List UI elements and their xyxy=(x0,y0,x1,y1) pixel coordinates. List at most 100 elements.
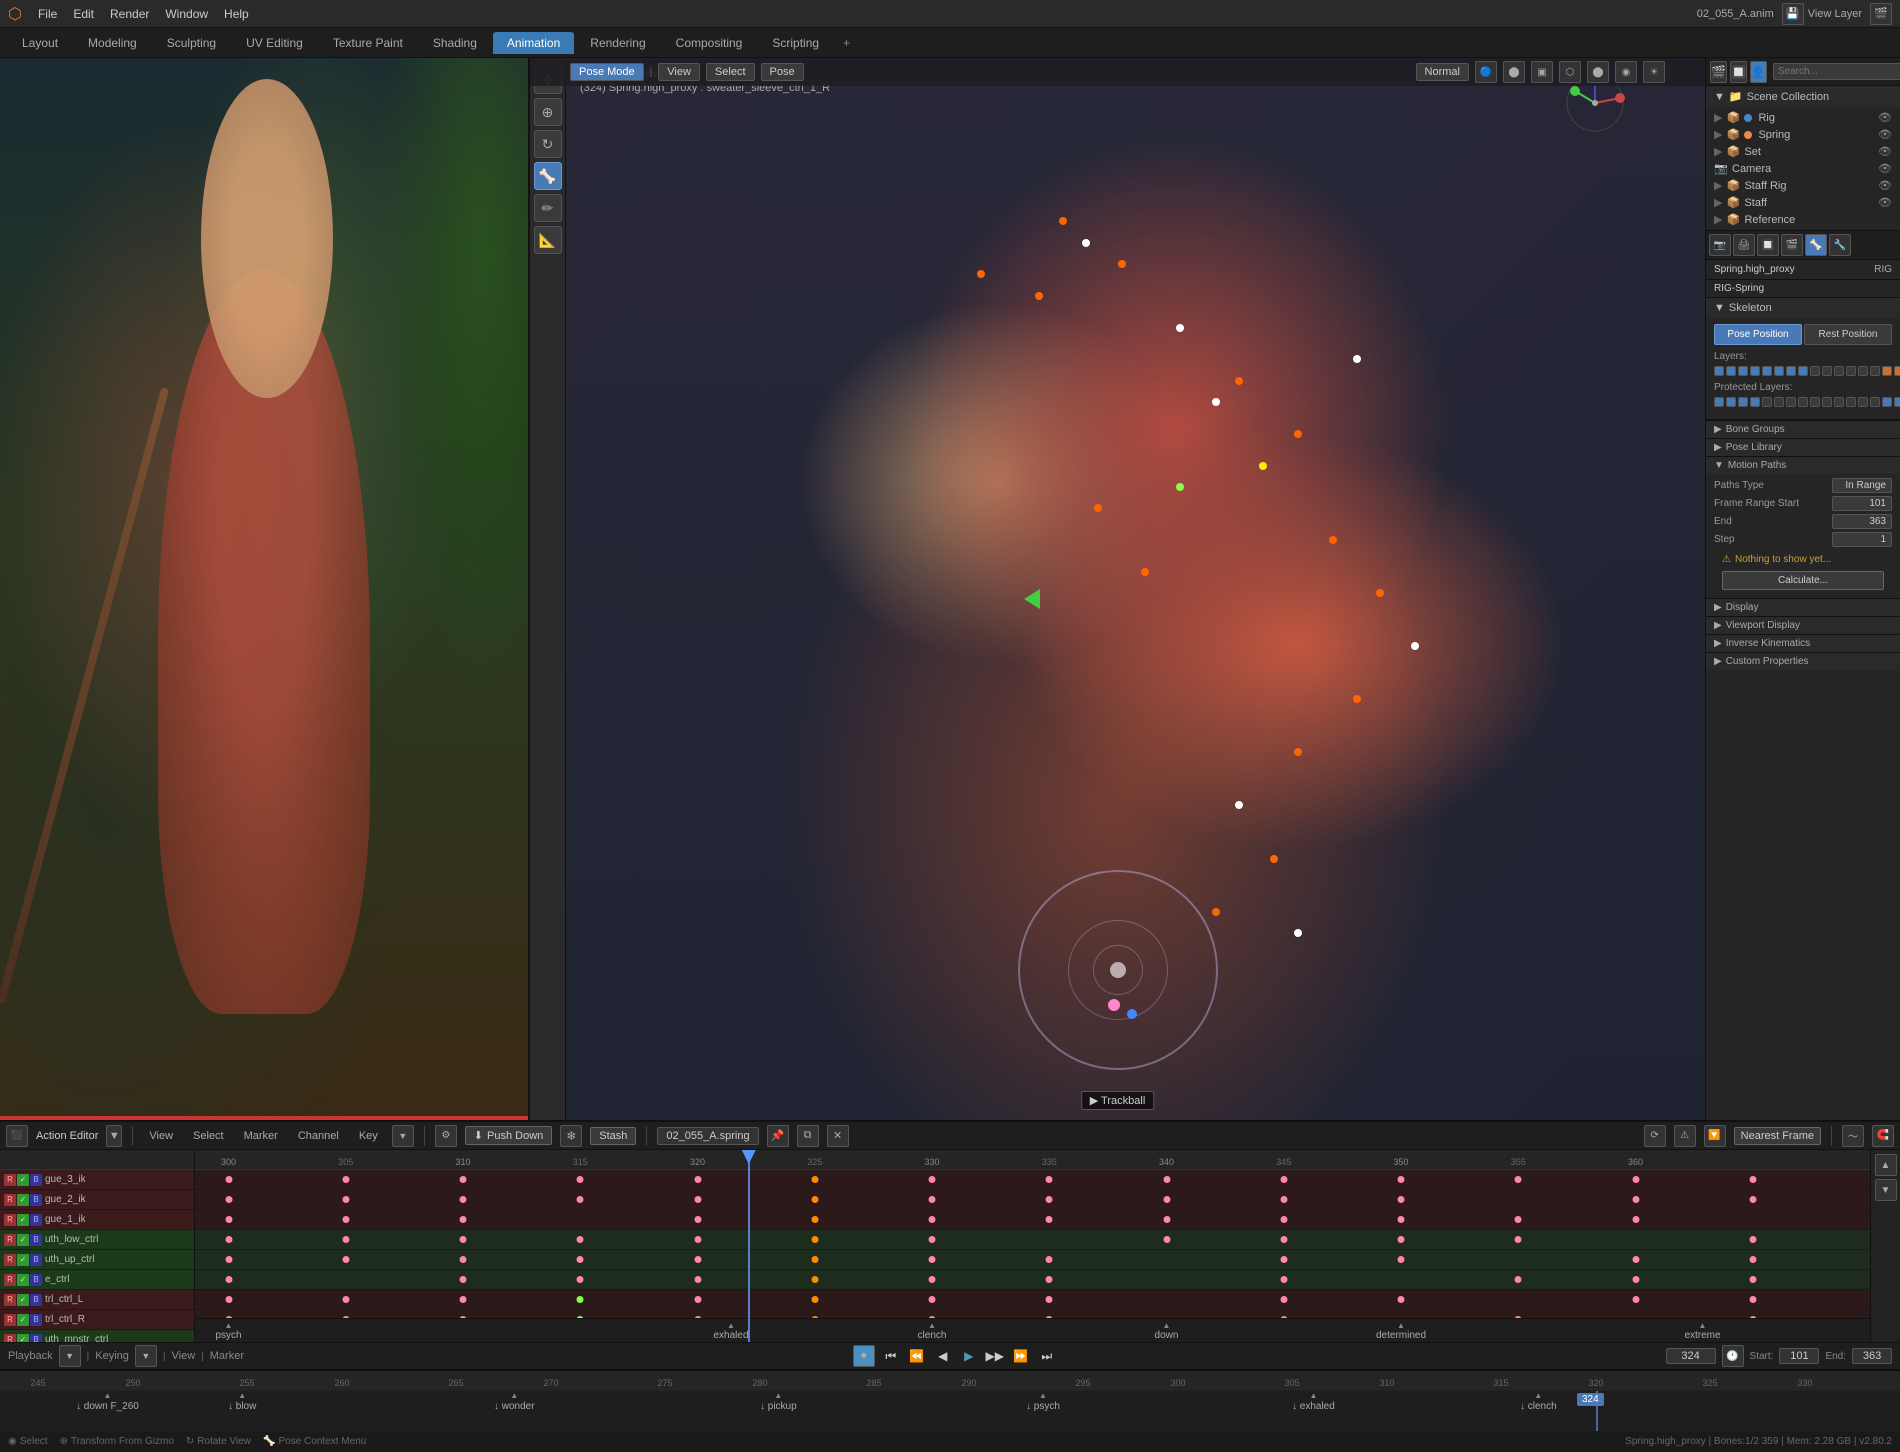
snowflake-icon[interactable]: ❄ xyxy=(560,1125,582,1147)
track-trlctrl-L[interactable]: R ✓ B trl_ctrl_L xyxy=(0,1290,194,1310)
prev-frame-btn[interactable]: ◀ xyxy=(933,1346,953,1366)
action-select-menu[interactable]: Select xyxy=(187,1128,230,1144)
action-channel-menu[interactable]: Channel xyxy=(292,1128,345,1144)
next-frame-btn[interactable]: ▶▶ xyxy=(985,1346,1005,1366)
key-filter-icon[interactable]: ▼ xyxy=(392,1125,414,1147)
next-keyframe-btn[interactable]: ⏩ xyxy=(1011,1346,1031,1366)
select-menu-btn[interactable]: Select xyxy=(706,63,755,81)
normal-mode-btn[interactable]: Normal xyxy=(1416,63,1469,81)
3d-viewport-canvas[interactable]: ✛ ⊕ ↻ 🦴 ✏ 📐 User Perspective (Local) (32… xyxy=(530,58,1705,1120)
layer-10[interactable] xyxy=(1834,366,1844,376)
action-filename[interactable]: 02_055_A.spring xyxy=(657,1127,758,1145)
tree-set[interactable]: ▶ 📦 Set 👁 xyxy=(1706,143,1900,160)
layer-5[interactable] xyxy=(1774,366,1784,376)
layer-14[interactable] xyxy=(1882,366,1892,376)
action-marker-menu[interactable]: Marker xyxy=(238,1128,284,1144)
layer-2[interactable] xyxy=(1738,366,1748,376)
kf-row-4[interactable] xyxy=(195,1230,1870,1250)
pose-tool[interactable]: 🦴 xyxy=(534,162,562,190)
player-5[interactable] xyxy=(1774,397,1784,407)
object-icon[interactable]: 👤 xyxy=(1750,61,1767,83)
kf-row-6[interactable] xyxy=(195,1270,1870,1290)
bottom-timeline[interactable]: 245 250 255 260 265 270 275 280 285 290 … xyxy=(0,1370,1900,1430)
layer-4[interactable] xyxy=(1762,366,1772,376)
render-icon[interactable]: 🔵 xyxy=(1475,61,1497,83)
tab-animation[interactable]: Animation xyxy=(493,32,574,54)
tab-modeling[interactable]: Modeling xyxy=(74,32,151,54)
keying-dropdown[interactable]: ▼ xyxy=(135,1345,157,1367)
snap-icon[interactable]: 🧲 xyxy=(1872,1125,1894,1147)
player-9[interactable] xyxy=(1822,397,1832,407)
wireframe-icon[interactable]: ⬡ xyxy=(1559,61,1581,83)
player-6[interactable] xyxy=(1786,397,1796,407)
kf-row-1[interactable] xyxy=(195,1170,1870,1190)
tab-rendering[interactable]: Rendering xyxy=(576,32,659,54)
prev-keyframe-btn[interactable]: ⏪ xyxy=(907,1346,927,1366)
player-11[interactable] xyxy=(1846,397,1856,407)
keyframe-tracks[interactable]: 300 305 310 315 320 325 330 335 340 345 … xyxy=(195,1150,1870,1342)
tree-camera[interactable]: 📷 Camera 👁 xyxy=(1706,160,1900,177)
layer-8[interactable] xyxy=(1810,366,1820,376)
sync-icon[interactable]: ⟳ xyxy=(1644,1125,1666,1147)
rig-eye[interactable]: 👁 xyxy=(1878,111,1892,124)
player-2[interactable] xyxy=(1738,397,1748,407)
current-frame-input[interactable] xyxy=(1666,1348,1716,1364)
record-btn[interactable]: ⏺ xyxy=(853,1345,875,1367)
menu-window[interactable]: Window xyxy=(157,4,216,24)
pose-library-section[interactable]: ▶ Pose Library xyxy=(1706,438,1900,456)
end-frame-input[interactable] xyxy=(1852,1348,1892,1364)
player-0[interactable] xyxy=(1714,397,1724,407)
material-icon[interactable]: ◉ xyxy=(1615,61,1637,83)
track-ectrl[interactable]: R ✓ B e_ctrl xyxy=(0,1270,194,1290)
layer-13[interactable] xyxy=(1870,366,1880,376)
tab-uv-editing[interactable]: UV Editing xyxy=(232,32,317,54)
scene-icon[interactable]: 🎬 xyxy=(1710,61,1727,83)
menu-help[interactable]: Help xyxy=(216,4,257,24)
play-btn[interactable]: ▶ xyxy=(959,1346,979,1366)
track-uthupctrl[interactable]: R ✓ B uth_up_ctrl xyxy=(0,1250,194,1270)
player-3[interactable] xyxy=(1750,397,1760,407)
player-13[interactable] xyxy=(1870,397,1880,407)
custom-props-section[interactable]: ▶ Custom Properties xyxy=(1706,652,1900,670)
layer-9[interactable] xyxy=(1822,366,1832,376)
center-viewport[interactable]: Pose Mode | View Select Pose Normal 🔵 ⬤ … xyxy=(530,58,1705,1120)
expand-rig[interactable]: ▶ xyxy=(1714,111,1722,124)
layer-0[interactable] xyxy=(1714,366,1724,376)
player-15[interactable] xyxy=(1894,397,1900,407)
rendered-icon[interactable]: ☀ xyxy=(1643,61,1665,83)
track-uthmnstctrl[interactable]: R ✓ B uth_mnstr_ctrl xyxy=(0,1330,194,1342)
tab-compositing[interactable]: Compositing xyxy=(662,32,757,54)
object-props-icon[interactable]: 🦴 xyxy=(1805,234,1827,256)
add-workspace-tab[interactable]: + xyxy=(835,32,858,54)
player-10[interactable] xyxy=(1834,397,1844,407)
menu-edit[interactable]: Edit xyxy=(65,4,102,24)
output-props-icon[interactable]: 🖨 xyxy=(1733,234,1755,256)
nearest-frame-btn[interactable]: Nearest Frame xyxy=(1734,1127,1821,1145)
stash-btn[interactable]: Stash xyxy=(590,1127,636,1145)
action-close-icon[interactable]: ✕ xyxy=(827,1125,849,1147)
track-uthlowctrl[interactable]: R ✓ B uth_low_ctrl xyxy=(0,1230,194,1250)
move-tool[interactable]: ⊕ xyxy=(534,98,562,126)
tree-rig[interactable]: ▶ 📦 Rig 👁 xyxy=(1706,109,1900,126)
layer-7[interactable] xyxy=(1798,366,1808,376)
expand-staff-rig[interactable]: ▶ xyxy=(1714,179,1722,192)
action-key-menu[interactable]: Key xyxy=(353,1128,384,1144)
kf-row-3[interactable] xyxy=(195,1210,1870,1230)
view-menu-btn[interactable]: View xyxy=(658,63,700,81)
nla-sync-icon[interactable]: ⚙ xyxy=(435,1125,457,1147)
filter-icon-2[interactable]: 🔽 xyxy=(1704,1125,1726,1147)
staff-rig-eye[interactable]: 👁 xyxy=(1878,179,1892,192)
expand-spring[interactable]: ▶ xyxy=(1714,128,1722,141)
layer-6[interactable] xyxy=(1786,366,1796,376)
scene-props-icon[interactable]: 🎬 xyxy=(1781,234,1803,256)
player-12[interactable] xyxy=(1858,397,1868,407)
save-btn[interactable]: 💾 xyxy=(1782,3,1804,25)
action-editor-icon[interactable]: ⬛ xyxy=(6,1125,28,1147)
tree-reference[interactable]: ▶ 📦 Reference xyxy=(1706,211,1900,228)
pose-position-btn[interactable]: Pose Position xyxy=(1714,324,1802,345)
jump-start-btn[interactable]: ⏮ xyxy=(881,1346,901,1366)
pose-menu-btn[interactable]: Pose xyxy=(761,63,804,81)
outliner-search[interactable] xyxy=(1773,63,1900,80)
kf-row-7[interactable] xyxy=(195,1290,1870,1310)
staff-eye[interactable]: 👁 xyxy=(1878,196,1892,209)
